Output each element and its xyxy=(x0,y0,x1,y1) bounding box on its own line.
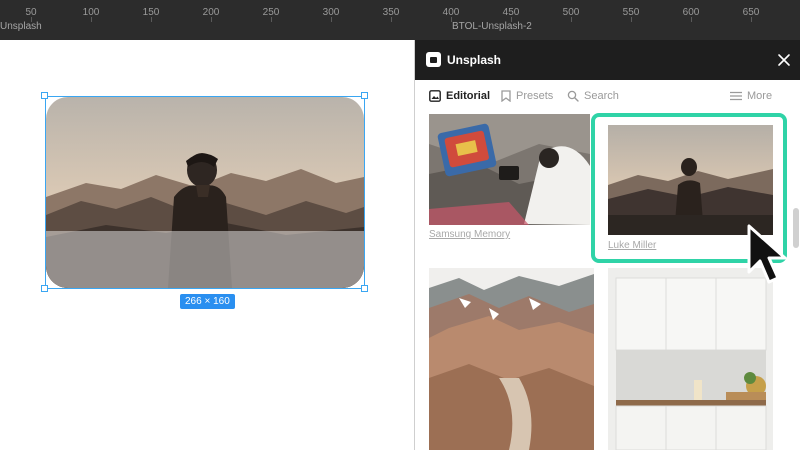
resize-handle-bottom-left[interactable] xyxy=(41,285,48,292)
top-ruler: 50 100 150 200 250 300 350 400 450 500 5… xyxy=(0,0,800,22)
search-icon xyxy=(567,90,579,102)
frame-name-right[interactable]: BTOL-Unsplash-2 xyxy=(452,21,532,32)
tab-label: Search xyxy=(584,90,619,102)
kitchen-photo xyxy=(608,268,773,450)
tab-presets[interactable]: Presets xyxy=(501,90,553,102)
unsplash-plugin-panel: Unsplash Editorial Presets Search More S… xyxy=(414,40,800,450)
panel-title: Unsplash xyxy=(447,53,502,67)
photo-credit-link[interactable]: Samsung Memory xyxy=(429,229,510,240)
tab-label: Presets xyxy=(516,90,554,102)
resize-handle-top-right[interactable] xyxy=(361,92,368,99)
tab-editorial[interactable]: Editorial xyxy=(429,90,490,102)
tab-search[interactable]: Search xyxy=(567,90,619,102)
panel-tabs: Editorial Presets Search More xyxy=(415,80,800,114)
design-canvas[interactable]: 266 × 160 xyxy=(0,40,414,450)
image-icon xyxy=(429,90,441,102)
mountain-landscape-photo xyxy=(429,268,594,450)
photo-grid[interactable]: Samsung Memory Luke Miller xyxy=(415,113,800,450)
photo-thumbnail[interactable] xyxy=(608,268,773,450)
more-label: More xyxy=(747,90,773,102)
dimensions-badge: 266 × 160 xyxy=(180,294,235,309)
resize-handle-bottom-right[interactable] xyxy=(361,285,368,292)
hover-highlight-frame xyxy=(591,113,787,263)
camera-bag-photo xyxy=(429,114,590,225)
frame-label-strip: Unsplash BTOL-Unsplash-2 xyxy=(0,21,800,40)
selection-bounding-box[interactable] xyxy=(45,96,365,289)
hamburger-icon xyxy=(730,91,742,101)
unsplash-logo-icon xyxy=(426,52,441,67)
tab-label: Editorial xyxy=(446,90,491,102)
photo-thumbnail[interactable] xyxy=(429,268,594,450)
frame-name-left[interactable]: Unsplash xyxy=(0,21,42,32)
more-menu-button[interactable]: More xyxy=(730,90,772,102)
resize-handle-top-left[interactable] xyxy=(41,92,48,99)
close-icon[interactable] xyxy=(775,51,793,69)
photo-thumbnail[interactable] xyxy=(429,114,590,225)
bookmark-icon xyxy=(501,90,511,102)
panel-scrollbar[interactable] xyxy=(793,208,799,248)
panel-header: Unsplash xyxy=(415,40,800,80)
